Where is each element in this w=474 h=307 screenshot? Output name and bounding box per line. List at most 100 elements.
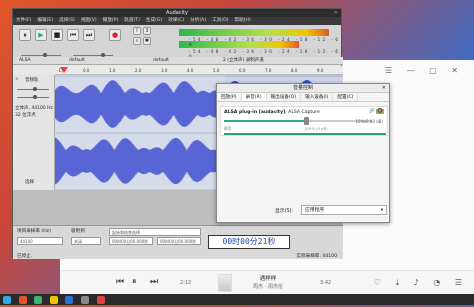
current-time: 2:12 — [180, 280, 192, 286]
volume-slider-track[interactable] — [224, 120, 372, 122]
tab-recording[interactable]: 录音(R) — [241, 93, 267, 101]
app-icon[interactable] — [96, 295, 105, 304]
ruler-tick: 6.0 — [239, 68, 246, 73]
playback-meter[interactable] — [179, 29, 329, 36]
selection-start-time[interactable]: 00时00分00.000秒 — [109, 237, 153, 245]
track-close-icon[interactable]: × — [15, 77, 19, 82]
show-label: 显示(S): — [275, 209, 293, 214]
track-select-button[interactable]: 选择 — [25, 179, 34, 185]
volume-scale: 静音 100% (0 dB) — [224, 126, 372, 132]
peak-meter — [224, 133, 386, 135]
close-icon[interactable]: ✕ — [382, 84, 386, 93]
skip-end-button[interactable]: ⏭ — [83, 29, 95, 41]
album-cover[interactable] — [218, 274, 232, 292]
pause-icon[interactable]: ⏸ — [132, 277, 137, 287]
track-name[interactable]: 音频轨 — [25, 77, 39, 83]
close-icon[interactable]: ✕ — [334, 9, 338, 17]
menu-tools[interactable]: 工具(O) — [212, 17, 228, 25]
tab-input-devices[interactable]: 输入设备(I) — [301, 93, 334, 101]
playhead-marker[interactable] — [60, 67, 68, 73]
app-icon[interactable] — [49, 295, 58, 304]
pause-button[interactable]: ⏸ — [19, 29, 31, 41]
audio-position-display[interactable]: 00时00分21秒 — [208, 235, 290, 249]
selection-end-time[interactable]: 00时00分00.000秒 — [157, 237, 201, 245]
zoom-tool-icon[interactable]: ⌕ — [133, 37, 141, 45]
selection-mode-select[interactable]: 起始和结束选择 — [109, 228, 201, 236]
stop-button[interactable]: ■ — [51, 29, 63, 41]
previous-icon[interactable]: ⏮ — [116, 277, 124, 287]
menu-help[interactable]: 帮助(H) — [235, 17, 251, 25]
menu-file[interactable]: 文件(F) — [16, 17, 31, 25]
dock — [0, 294, 474, 305]
recording-channels[interactable]: 2 (立体声) 录制声道 — [223, 57, 264, 65]
project-rate-select[interactable]: 44100 — [17, 237, 63, 245]
ruler-tick: 9.0 — [317, 68, 324, 73]
multi-tool-icon[interactable]: ✱ — [143, 37, 151, 45]
ruler-tick: 2.0 — [135, 68, 142, 73]
show-select[interactable]: 应用程序 ▾ — [301, 205, 387, 215]
tab-output-devices[interactable]: 输出设备(O) — [267, 93, 302, 101]
app-icon[interactable] — [80, 295, 89, 304]
track-info-line-2: 32 位浮点 — [15, 113, 36, 118]
menu-edit[interactable]: 编辑(E) — [37, 17, 53, 25]
track-info-line-1: 立体声, 44100 Hz — [15, 106, 53, 111]
menu-effect[interactable]: 效果(C) — [168, 17, 184, 25]
audio-host[interactable]: ALSA — [19, 57, 31, 65]
player-right-controls[interactable]: ♡ ⤓ ♪ ◔ ☰ — [374, 278, 468, 288]
track-gain-slider[interactable] — [17, 87, 49, 91]
snap-select[interactable]: 关闭 — [71, 237, 101, 245]
scale-mute-label: 静音 — [224, 126, 232, 131]
volume-slider-knob[interactable] — [304, 117, 310, 125]
track-pan-slider[interactable] — [17, 95, 49, 99]
menu-view[interactable]: 视图(V) — [81, 17, 97, 25]
app-icon[interactable] — [34, 295, 43, 304]
menu-generate[interactable]: 生成(G) — [146, 17, 162, 25]
menu-analyze[interactable]: 分析(A) — [190, 17, 206, 25]
snap-label: 吸附到 — [71, 229, 85, 234]
playback-volume-slider[interactable] — [21, 53, 61, 57]
track-control-panel: × 音频轨 立体声, 44100 Hz 32 位浮点 选择 — [13, 75, 55, 190]
selection-highlight — [55, 75, 225, 190]
record-button[interactable]: ● — [109, 29, 121, 41]
app-icon[interactable] — [65, 295, 74, 304]
audacity-title-bar: Audacity ✕ — [13, 9, 341, 17]
menu-select[interactable]: 选择(S) — [59, 17, 75, 25]
status-text: 已停止. — [17, 254, 33, 259]
audacity-menu-bar: 文件(F) 编辑(E) 选择(S) 视图(V) 播放(P) 轨道(T) 生成(G… — [13, 17, 341, 25]
actual-rate: 实际采样率: 44100 — [296, 254, 337, 259]
player-control-bar: ⏮ ⏸ ⏭ 2:12 遇样样 周杰 - 周杰伦 3:42 ♡ ⤓ ♪ ◔ ☰ — [60, 270, 474, 294]
link-channels-icon[interactable]: 🔗 🔇 — [369, 109, 384, 114]
playback-device[interactable]: default — [69, 57, 85, 65]
ruler-tick: 3.0 — [161, 68, 168, 73]
stream-name: ALSA plug-in [audacity]: ALSA Capture — [224, 110, 320, 115]
meter-scale: -54 -48 -42 -36 -30 -24 -18 -12 -6 0 — [189, 37, 341, 47]
record-volume-slider[interactable] — [73, 53, 113, 57]
tab-playback[interactable]: 回放(P) — [217, 93, 242, 101]
device-toolbar: ALSA default default 2 (立体声) 录制声道 — [13, 57, 343, 65]
show-filter: 显示(S): 应用程序 ▾ — [217, 200, 391, 220]
recording-stream: ALSA plug-in [audacity]: ALSA Capture 🔗 … — [220, 106, 388, 136]
ruler-tick: 0.0 — [83, 68, 90, 73]
app-icon[interactable] — [3, 295, 11, 304]
play-button[interactable]: ▶ — [35, 29, 47, 41]
skip-start-button[interactable]: ⏮ — [67, 29, 79, 41]
total-time: 3:42 — [320, 280, 332, 286]
ruler-tick: 5.0 — [213, 68, 220, 73]
menu-tracks[interactable]: 轨道(T) — [124, 17, 140, 25]
tab-configuration[interactable]: 配置(C) — [333, 93, 359, 101]
recording-device[interactable]: default — [153, 57, 169, 65]
volume-control-window: 音量控制 ✕ 回放(P) 录音(R) 输出设备(O) 输入设备(I) 配置(C)… — [216, 83, 390, 223]
app-icon[interactable] — [18, 295, 27, 304]
volume-tabs: 回放(P) 录音(R) 输出设备(O) 输入设备(I) 配置(C) — [217, 93, 389, 102]
song-artist: 周杰 - 周杰伦 — [253, 284, 283, 290]
volume-percent: 15%(0.00 dB) — [355, 119, 383, 124]
project-rate-label: 项目采样率 (Hz) — [17, 229, 51, 234]
menu-transport[interactable]: 播放(P) — [103, 17, 119, 25]
player-window-controls[interactable]: ☰ — ▢ ✕ — [385, 66, 464, 75]
scale-100-label: 100% (0 dB) — [304, 126, 328, 131]
envelope-tool-icon[interactable]: ↕ — [143, 27, 151, 35]
timeline-ruler[interactable]: -1.0 0.0 1.0 2.0 3.0 4.0 5.0 6.0 7.0 8.0… — [55, 66, 343, 75]
selection-tool-icon[interactable]: I — [133, 27, 141, 35]
next-icon[interactable]: ⏭ — [150, 277, 158, 287]
volume-control-title-bar: 音量控制 ✕ — [217, 84, 389, 93]
